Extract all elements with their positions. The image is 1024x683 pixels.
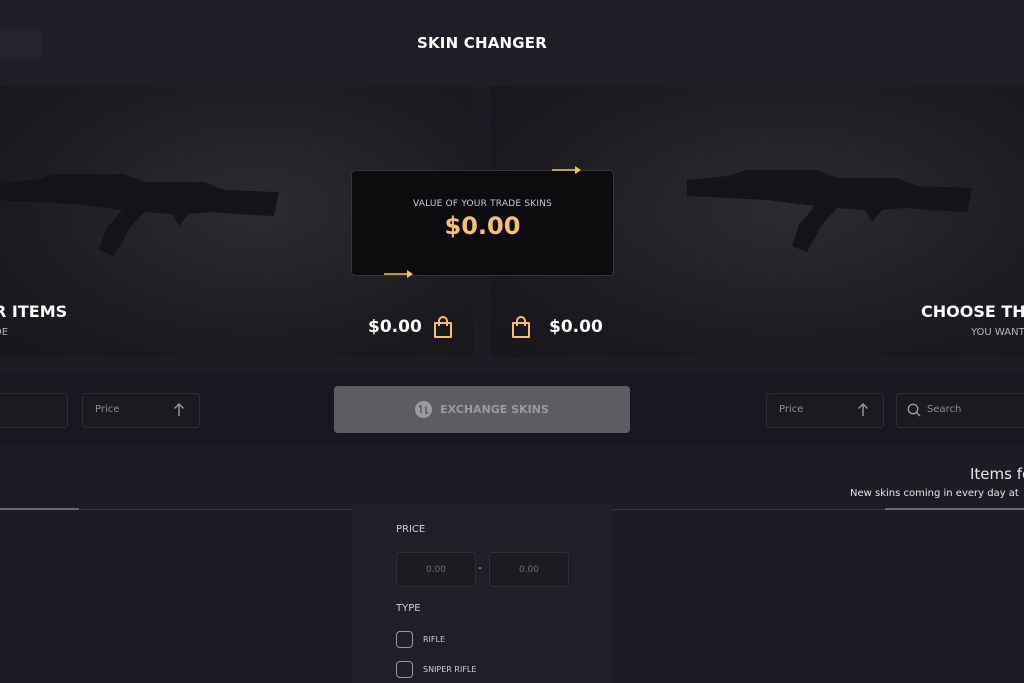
checkbox[interactable] <box>396 661 413 678</box>
bag-icon[interactable] <box>431 315 455 339</box>
trade-value-amount: $0.00 <box>444 212 521 240</box>
range-separator: - <box>478 561 482 574</box>
items-subheading: New skins coming in every day at <box>850 488 1019 499</box>
panel-price: $0.00 <box>368 317 422 337</box>
type-label: SNIPER RIFLE <box>423 665 477 674</box>
min-price-placeholder: 0.00 <box>425 564 447 575</box>
sort-label: Price <box>95 404 120 415</box>
checkbox[interactable] <box>396 631 413 648</box>
rifle-silhouette-icon <box>0 174 279 256</box>
search-placeholder: Search <box>927 404 962 415</box>
exchange-label-wrap: EXCHANGE SKINS <box>334 386 630 433</box>
bag-icon[interactable] <box>509 315 533 339</box>
rifle-silhouette-icon <box>687 170 972 252</box>
arrow-up-icon <box>858 403 868 416</box>
exchange-skins-button[interactable]: EXCHANGE SKINS <box>334 386 630 433</box>
items-heading: Items fo <box>970 465 1024 483</box>
type-label: RIFLE <box>423 635 446 644</box>
arrow-up-icon <box>174 403 184 416</box>
filter-panel: PRICE 0.00 - 0.00 TYPE RIFLE SNIPER RIFL… <box>352 503 612 683</box>
panel-subtitle: DE <box>0 327 9 338</box>
type-option-rifle[interactable]: RIFLE <box>396 631 445 648</box>
type-option-sniper-rifle[interactable]: SNIPER RIFLE <box>396 661 476 678</box>
left-filter-input[interactable] <box>0 393 68 428</box>
panel-subtitle: YOU WANT <box>971 327 1024 338</box>
type-filter-heading: TYPE <box>396 603 421 614</box>
left-price-sort[interactable]: Price <box>82 393 200 428</box>
panel-title: CHOOSE THE <box>921 302 1024 321</box>
panel-price: $0.00 <box>549 317 603 337</box>
exchange-button-label: EXCHANGE SKINS <box>440 403 549 416</box>
sort-label: Price <box>779 404 804 415</box>
search-icon <box>907 403 921 417</box>
trade-value-box: VALUE OF YOUR TRADE SKINS $0.00 <box>351 170 614 276</box>
page-title: SKIN CHANGER <box>416 34 548 52</box>
tab-indicator <box>885 508 1024 510</box>
min-price-input[interactable]: 0.00 <box>396 552 476 587</box>
max-price-input[interactable]: 0.00 <box>489 552 569 587</box>
price-filter-heading: PRICE <box>396 524 426 535</box>
right-price-sort[interactable]: Price <box>766 393 884 428</box>
arrow-right-icon <box>552 166 581 174</box>
arrow-right-icon <box>384 270 413 278</box>
trade-value-label: VALUE OF YOUR TRADE SKINS <box>412 199 553 209</box>
exchange-icon <box>415 401 433 418</box>
search-input[interactable]: Search <box>896 393 1024 428</box>
tab-indicator <box>0 508 79 510</box>
panel-title: R ITEMS <box>0 302 68 321</box>
max-price-placeholder: 0.00 <box>518 564 540 575</box>
